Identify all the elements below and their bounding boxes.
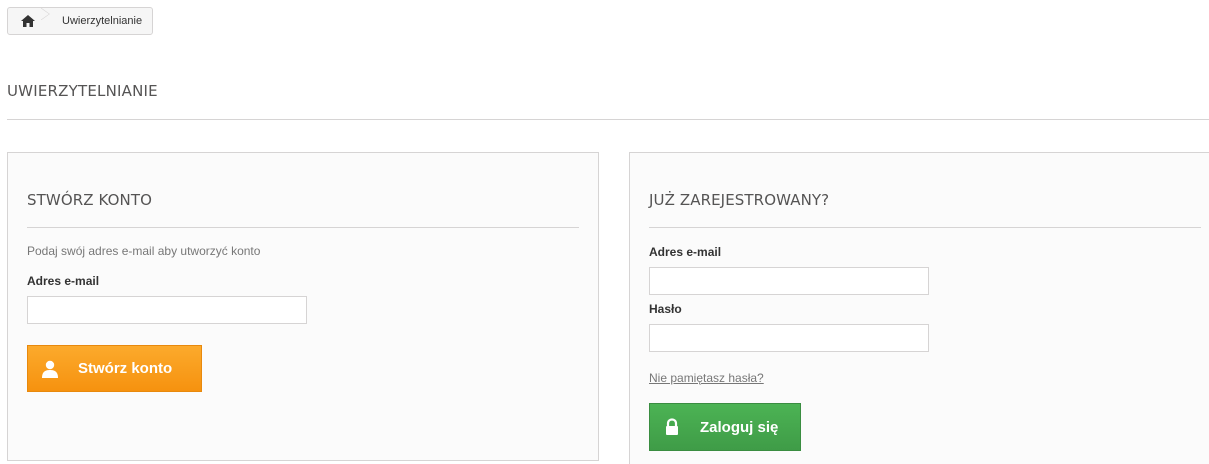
login-button-label: Zaloguj się xyxy=(700,418,779,436)
breadcrumb-separator xyxy=(41,8,50,20)
create-account-divider xyxy=(27,227,579,228)
page-title: UWIERZYTELNIANIE xyxy=(7,82,158,100)
forgot-password-link[interactable]: Nie pamiętasz hasła? xyxy=(649,371,764,385)
create-account-box: STWÓRZ KONTO Podaj swój adres e-mail aby… xyxy=(7,152,599,461)
login-button[interactable]: Zaloguj się xyxy=(649,403,801,451)
login-title: JUŻ ZAREJESTROWANY? xyxy=(649,191,830,209)
create-email-label: Adres e-mail xyxy=(27,274,100,288)
login-box: JUŻ ZAREJESTROWANY? Adres e-mail Hasło N… xyxy=(629,152,1209,464)
create-account-button-label: Stwórz konto xyxy=(78,360,173,377)
create-account-button[interactable]: Stwórz konto xyxy=(27,345,202,392)
password-label: Hasło xyxy=(649,302,682,316)
password-input[interactable] xyxy=(649,324,929,352)
create-email-input[interactable] xyxy=(27,296,307,324)
breadcrumb-home[interactable] xyxy=(8,8,54,34)
home-icon xyxy=(21,15,35,27)
login-divider xyxy=(649,227,1201,228)
login-email-label: Adres e-mail xyxy=(649,245,722,259)
authentication-page: Uwierzytelnianie UWIERZYTELNIANIE STWÓRZ… xyxy=(0,0,1209,464)
create-account-description: Podaj swój adres e-mail aby utworzyć kon… xyxy=(27,244,261,258)
lock-icon xyxy=(650,404,694,450)
login-email-input[interactable] xyxy=(649,267,929,295)
heading-divider xyxy=(7,119,1209,120)
breadcrumb: Uwierzytelnianie xyxy=(7,7,154,35)
user-icon xyxy=(28,346,72,391)
create-account-title: STWÓRZ KONTO xyxy=(27,191,153,209)
